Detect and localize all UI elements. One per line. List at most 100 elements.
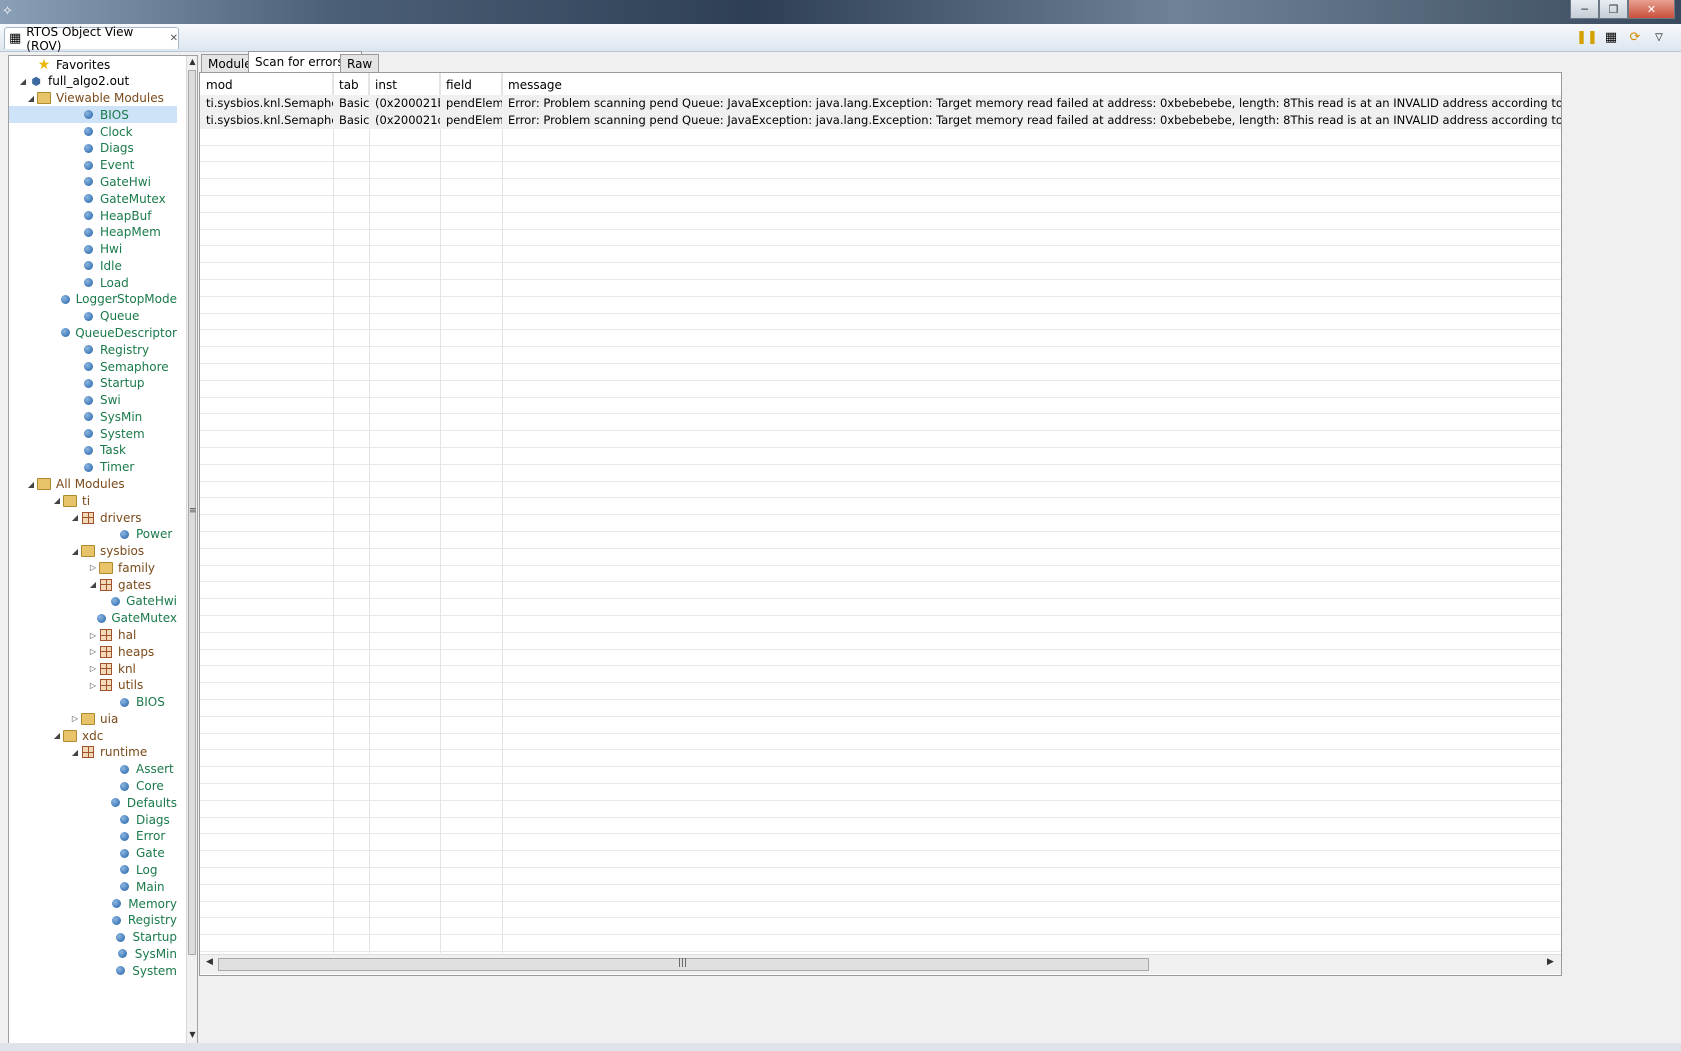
- collapse-icon[interactable]: ◢: [51, 731, 63, 740]
- collapse-icon[interactable]: ◢: [87, 580, 99, 589]
- grid-line: [200, 464, 1561, 465]
- tree-item[interactable]: Queue: [9, 308, 177, 325]
- tree-item[interactable]: Task: [9, 442, 177, 459]
- tree-item[interactable]: SysMin: [9, 408, 177, 425]
- tree-item[interactable]: Swi: [9, 392, 177, 409]
- tree-item[interactable]: Log: [9, 861, 177, 878]
- tree-item[interactable]: ★ Favorites: [9, 56, 177, 73]
- cell-message: Error: Problem scanning pend Queue: Java…: [508, 113, 1561, 127]
- tree-item[interactable]: ◢ ti: [9, 492, 177, 509]
- tree-item[interactable]: ▷ utils: [9, 677, 177, 694]
- tree-item[interactable]: ◢ All Modules: [9, 476, 177, 493]
- expand-icon[interactable]: ▷: [87, 631, 99, 640]
- tree-item[interactable]: Timer: [9, 459, 177, 476]
- refresh-icon[interactable]: ⟳: [1627, 29, 1643, 45]
- tree-vertical-scrollbar[interactable]: ▲ ≡ ▼: [186, 56, 197, 1044]
- collapse-icon[interactable]: ◢: [69, 513, 81, 522]
- tree-item[interactable]: Event: [9, 157, 177, 174]
- column-header-field[interactable]: field: [440, 73, 502, 95]
- restore-button[interactable]: ❐: [1599, 0, 1628, 19]
- expand-icon[interactable]: ▷: [87, 681, 99, 690]
- tree-item[interactable]: Power: [9, 526, 177, 543]
- tree-item[interactable]: ◢ Viewable Modules: [9, 90, 177, 107]
- tree-item[interactable]: ▷ hal: [9, 627, 177, 644]
- tree-item[interactable]: ◢ gates: [9, 576, 177, 593]
- scroll-right-arrow-icon[interactable]: ▶: [1547, 957, 1554, 967]
- tree-item[interactable]: BIOS: [9, 694, 177, 711]
- collapse-icon[interactable]: ◢: [25, 94, 37, 103]
- scroll-up-arrow-icon[interactable]: ▲: [187, 57, 197, 69]
- collapse-icon[interactable]: ◢: [17, 77, 29, 86]
- minimize-button[interactable]: ─: [1570, 0, 1599, 19]
- scroll-down-arrow-icon[interactable]: ▼: [187, 1030, 197, 1042]
- column-header-mod[interactable]: mod: [200, 73, 333, 95]
- close-button[interactable]: ✕: [1628, 0, 1675, 19]
- tree-item[interactable]: Load: [9, 274, 177, 291]
- tree-item[interactable]: Semaphore: [9, 358, 177, 375]
- tree-item[interactable]: ▷ heaps: [9, 643, 177, 660]
- tree-item[interactable]: GateMutex: [9, 610, 177, 627]
- tree-item[interactable]: Core: [9, 778, 177, 795]
- tree-item[interactable]: ◢ sysbios: [9, 543, 177, 560]
- tree-item[interactable]: GateHwi: [9, 593, 177, 610]
- grid-line: [200, 195, 1561, 196]
- column-header-inst[interactable]: inst: [369, 73, 440, 95]
- column-header-message[interactable]: message: [502, 73, 1561, 95]
- collapse-icon[interactable]: ◢: [69, 547, 81, 556]
- tree-item[interactable]: BIOS: [9, 106, 177, 124]
- tree-item[interactable]: GateHwi: [9, 173, 177, 190]
- tree-item[interactable]: ◢ runtime: [9, 744, 177, 761]
- tree-item[interactable]: ▷ family: [9, 559, 177, 576]
- tree-item[interactable]: Assert: [9, 761, 177, 778]
- tree-item-label: xdc: [82, 728, 104, 743]
- tree-item[interactable]: Registry: [9, 912, 177, 929]
- expand-icon[interactable]: ▷: [87, 664, 99, 673]
- tree-item[interactable]: Idle: [9, 257, 177, 274]
- tree-item-label: family: [118, 560, 156, 575]
- tree-item[interactable]: Memory: [9, 895, 177, 912]
- module-icon: [81, 192, 95, 206]
- tree-item[interactable]: SysMin: [9, 945, 177, 962]
- column-header-tab[interactable]: tab: [333, 73, 369, 95]
- tree-item[interactable]: Main: [9, 878, 177, 895]
- tree-item[interactable]: System: [9, 962, 177, 979]
- table-row[interactable]: ti.sysbios.knl.Semaphore Basic (0x200021…: [200, 95, 1561, 112]
- tree-item[interactable]: QueueDescriptor: [9, 324, 177, 341]
- tree-item[interactable]: System: [9, 425, 177, 442]
- tree-item[interactable]: ▷ uia: [9, 710, 177, 727]
- collapse-icon[interactable]: ◢: [69, 748, 81, 757]
- tab-raw[interactable]: Raw: [340, 54, 380, 72]
- view-menu-icon[interactable]: ▽: [1651, 29, 1667, 45]
- tree-item[interactable]: LoggerStopMode: [9, 291, 177, 308]
- tree-item[interactable]: ▷ knl: [9, 660, 177, 677]
- tree-item[interactable]: ◢ xdc: [9, 727, 177, 744]
- pause-icon[interactable]: ❚❚: [1576, 29, 1598, 45]
- tree-item[interactable]: Registry: [9, 341, 177, 358]
- tab-rtos-object-view[interactable]: ▦ RTOS Object View (ROV) ✕: [4, 25, 179, 53]
- tree-item[interactable]: HeapBuf: [9, 207, 177, 224]
- tree-item[interactable]: Gate: [9, 845, 177, 862]
- tree-item[interactable]: GateMutex: [9, 190, 177, 207]
- expand-icon[interactable]: ▷: [87, 563, 99, 572]
- collapse-icon[interactable]: ◢: [25, 480, 37, 489]
- tree-item[interactable]: Hwi: [9, 241, 177, 258]
- tree-item[interactable]: Startup: [9, 929, 177, 946]
- expand-icon[interactable]: ▷: [87, 647, 99, 656]
- table-horizontal-scrollbar[interactable]: ◀ ||| ▶: [200, 954, 1561, 974]
- expand-icon[interactable]: ▷: [69, 714, 81, 723]
- tree-item[interactable]: Startup: [9, 375, 177, 392]
- calculator-icon[interactable]: ▦: [1603, 29, 1619, 45]
- tree-item[interactable]: Defaults: [9, 794, 177, 811]
- scroll-left-arrow-icon[interactable]: ◀: [206, 957, 213, 967]
- tree-item[interactable]: HeapMem: [9, 224, 177, 241]
- table-row[interactable]: ti.sysbios.knl.Semaphore Basic (0x200021…: [200, 112, 1561, 129]
- tree-item[interactable]: Clock: [9, 123, 177, 140]
- close-icon[interactable]: ✕: [170, 33, 178, 44]
- tree-item[interactable]: Error: [9, 828, 177, 845]
- tree-item[interactable]: ◢ drivers: [9, 509, 177, 526]
- app-icon[interactable]: ✧: [2, 4, 13, 19]
- tree-item[interactable]: Diags: [9, 811, 177, 828]
- collapse-icon[interactable]: ◢: [51, 496, 63, 505]
- tree-item[interactable]: Diags: [9, 140, 177, 157]
- tree-item[interactable]: ◢ ⬢ full_algo2.out: [9, 73, 177, 90]
